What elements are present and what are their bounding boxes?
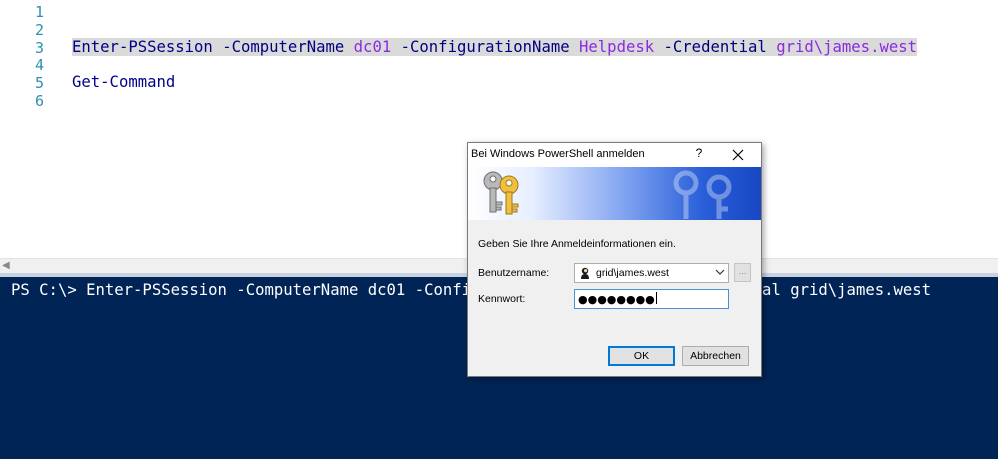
dialog-prompt: Geben Sie Ihre Anmeldeinformationen ein. <box>478 238 676 250</box>
keys-icon <box>483 171 519 215</box>
username-label: Benutzername: <box>478 267 550 279</box>
line-number: 2 <box>34 21 44 39</box>
line-number: 1 <box>34 3 44 21</box>
chevron-down-icon[interactable] <box>715 269 725 276</box>
dialog-banner <box>468 167 761 220</box>
line-number: 4 <box>34 56 44 74</box>
cmdlet-token: Get-Command <box>72 73 176 91</box>
cancel-button[interactable]: Abbrechen <box>682 346 749 366</box>
line-number: 5 <box>34 74 44 92</box>
password-label: Kennwort: <box>478 293 526 305</box>
close-button[interactable] <box>726 145 750 165</box>
scroll-left-icon[interactable]: ◀ <box>2 260 10 271</box>
line-number: 6 <box>34 92 44 110</box>
password-field[interactable]: ●●●●●●●● <box>574 289 729 309</box>
argument-token: Helpdesk <box>579 38 655 56</box>
text-caret <box>655 292 657 304</box>
password-masked-value: ●●●●●●●● <box>578 292 657 306</box>
dialog-title: Bei Windows PowerShell anmelden <box>471 148 645 160</box>
argument-token: dc01 <box>353 38 392 56</box>
dialog-titlebar[interactable]: Bei Windows PowerShell anmelden ? <box>468 143 761 167</box>
password-dots: ●●●●●●●● <box>578 293 655 306</box>
close-icon <box>732 149 744 161</box>
argument-token: grid\james.west <box>776 38 918 56</box>
username-field[interactable]: grid\james.west <box>574 263 729 283</box>
line-number: 3 <box>34 39 44 57</box>
parameter-token: -Credential <box>663 38 767 56</box>
help-button[interactable]: ? <box>688 146 710 164</box>
code-line-3[interactable]: Enter-PSSession -ComputerName dc01 -Conf… <box>72 38 918 56</box>
browse-credentials-button[interactable]: ... <box>734 263 751 282</box>
credential-dialog: Bei Windows PowerShell anmelden ? Geben … <box>467 142 762 377</box>
user-avatar-icon <box>578 266 592 280</box>
parameter-token: -ComputerName <box>222 38 345 56</box>
cmdlet-token: Enter-PSSession <box>72 38 213 56</box>
username-value: grid\james.west <box>596 267 669 279</box>
ok-button[interactable]: OK <box>608 346 675 366</box>
keys-watermark-icon <box>673 170 732 219</box>
parameter-token: -ConfigurationName <box>400 38 570 56</box>
code-line-5[interactable]: Get-Command <box>72 73 175 91</box>
